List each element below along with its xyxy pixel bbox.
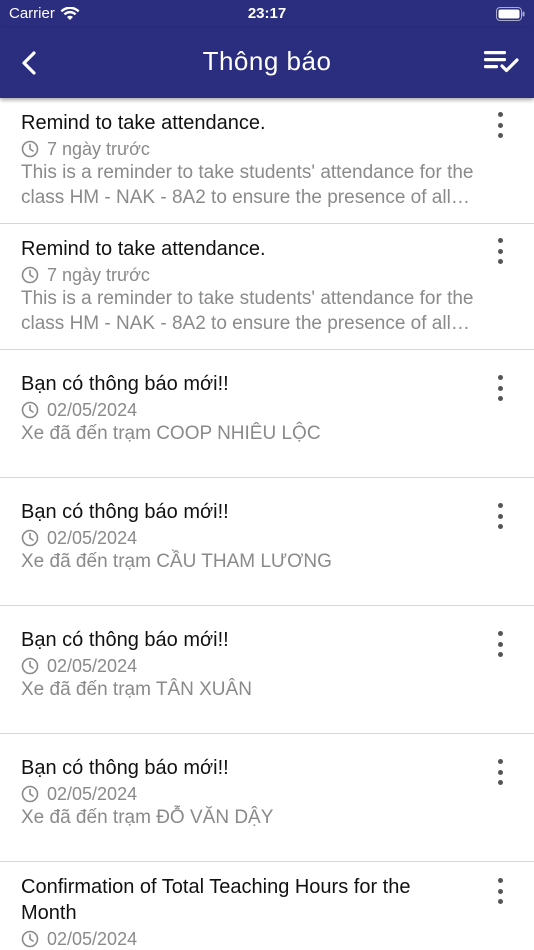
clock-icon xyxy=(21,785,39,803)
status-time: 23:17 xyxy=(247,5,287,22)
clock-icon xyxy=(21,140,39,158)
more-options-button[interactable] xyxy=(492,112,508,138)
notification-title: Bạn có thông báo mới!! xyxy=(21,373,229,395)
notification-time: 7 ngày trước xyxy=(47,138,150,159)
nav-bar: Thông báo xyxy=(0,28,534,98)
notification-item[interactable]: Remind to take attendance. 7 ngày trước … xyxy=(0,224,534,350)
notification-meta: 02/05/2024 xyxy=(21,655,474,677)
status-bar: Carrier 23:17 xyxy=(0,0,534,28)
notification-title: Remind to take attendance. xyxy=(21,238,266,260)
notification-title: Bạn có thông báo mới!! xyxy=(21,757,229,779)
clock-icon xyxy=(21,930,39,948)
notification-title: Bạn có thông báo mới!! xyxy=(21,629,229,651)
notification-time: 02/05/2024 xyxy=(47,399,138,420)
notification-body: Xe đã đến trạm ĐỖ VĂN DẬY xyxy=(21,807,274,828)
notification-body: This is a reminder to take students' att… xyxy=(21,162,474,208)
notification-list: Remind to take attendance. 7 ngày trước … xyxy=(0,98,534,950)
clock-icon xyxy=(21,529,39,547)
notification-title: Confirmation of Total Teaching Hours for… xyxy=(21,876,411,924)
notification-meta: 7 ngày trước xyxy=(21,138,474,160)
notification-meta: 02/05/2024 xyxy=(21,399,474,421)
more-options-button[interactable] xyxy=(492,759,508,785)
mark-all-read-button[interactable] xyxy=(482,46,522,80)
notification-time: 02/05/2024 xyxy=(47,783,138,804)
more-options-button[interactable] xyxy=(492,878,508,904)
more-options-button[interactable] xyxy=(492,238,508,264)
notification-body: Xe đã đến trạm COOP NHIÊU LỘC xyxy=(21,423,321,444)
notification-item[interactable]: Confirmation of Total Teaching Hours for… xyxy=(0,862,534,950)
clock-icon xyxy=(21,401,39,419)
notification-meta: 02/05/2024 xyxy=(21,527,474,549)
clock-icon xyxy=(21,657,39,675)
notification-item[interactable]: Bạn có thông báo mới!! 02/05/2024 Xe đã … xyxy=(0,350,534,478)
battery-icon xyxy=(496,7,525,21)
more-options-button[interactable] xyxy=(492,631,508,657)
notification-body: Xe đã đến trạm TÂN XUÂN xyxy=(21,679,252,700)
notification-time: 02/05/2024 xyxy=(47,527,138,548)
more-options-button[interactable] xyxy=(492,375,508,401)
clock-icon xyxy=(21,266,39,284)
notification-meta: 7 ngày trước xyxy=(21,264,474,286)
notification-time: 02/05/2024 xyxy=(47,655,138,676)
notification-time: 02/05/2024 xyxy=(47,928,138,949)
notification-title: Bạn có thông báo mới!! xyxy=(21,501,229,523)
notification-title: Remind to take attendance. xyxy=(21,112,266,134)
mark-all-read-icon xyxy=(484,51,519,73)
notification-item[interactable]: Bạn có thông báo mới!! 02/05/2024 Xe đã … xyxy=(0,734,534,862)
page-title: Thông báo xyxy=(202,46,332,76)
notification-item[interactable]: Remind to take attendance. 7 ngày trước … xyxy=(0,98,534,224)
notification-item[interactable]: Bạn có thông báo mới!! 02/05/2024 Xe đã … xyxy=(0,478,534,606)
notification-meta: 02/05/2024 xyxy=(21,928,474,950)
notification-time: 7 ngày trước xyxy=(47,264,150,285)
notification-body: Xe đã đến trạm CẦU THAM LƯƠNG xyxy=(21,551,332,572)
more-options-button[interactable] xyxy=(492,503,508,529)
notification-body: This is a reminder to take students' att… xyxy=(21,288,474,334)
notification-meta: 02/05/2024 xyxy=(21,783,474,805)
notification-item[interactable]: Bạn có thông báo mới!! 02/05/2024 Xe đã … xyxy=(0,606,534,734)
